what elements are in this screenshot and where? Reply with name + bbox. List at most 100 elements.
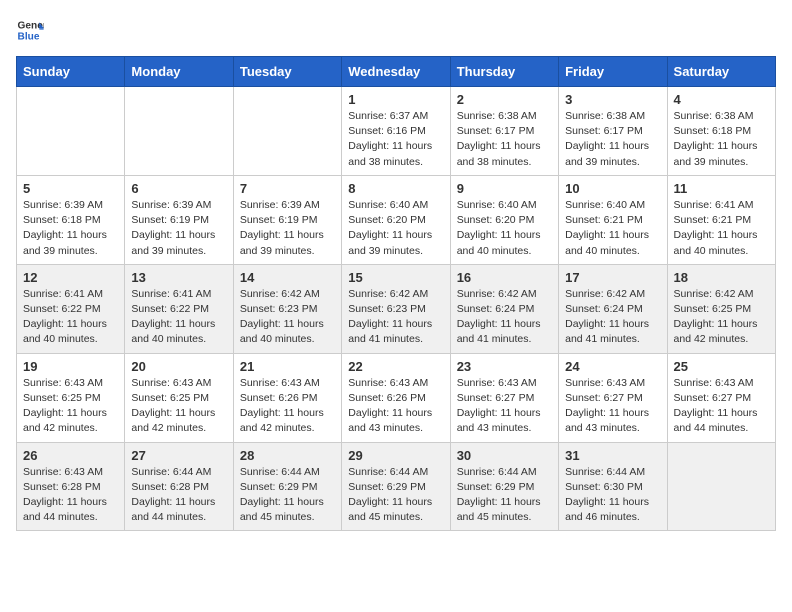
- day-info: Sunrise: 6:39 AM Sunset: 6:18 PM Dayligh…: [23, 198, 118, 259]
- day-info: Sunrise: 6:43 AM Sunset: 6:26 PM Dayligh…: [240, 376, 335, 437]
- col-header-tuesday: Tuesday: [233, 57, 341, 87]
- day-number: 10: [565, 181, 660, 196]
- col-header-saturday: Saturday: [667, 57, 775, 87]
- calendar-cell: 29 Sunrise: 6:44 AM Sunset: 6:29 PM Dayli…: [342, 442, 450, 531]
- day-info: Sunrise: 6:39 AM Sunset: 6:19 PM Dayligh…: [240, 198, 335, 259]
- day-number: 8: [348, 181, 443, 196]
- day-number: 26: [23, 448, 118, 463]
- calendar-cell: 16 Sunrise: 6:42 AM Sunset: 6:24 PM Dayli…: [450, 264, 558, 353]
- day-number: 2: [457, 92, 552, 107]
- calendar-cell: 9 Sunrise: 6:40 AM Sunset: 6:20 PM Daylig…: [450, 175, 558, 264]
- day-number: 23: [457, 359, 552, 374]
- day-info: Sunrise: 6:43 AM Sunset: 6:27 PM Dayligh…: [565, 376, 660, 437]
- calendar-cell: 6Sunrise: 6:39 AM Sunset: 6:19 PM Daylig…: [125, 175, 233, 264]
- calendar-cell: 18 Sunrise: 6:42 AM Sunset: 6:25 PM Dayli…: [667, 264, 775, 353]
- calendar-cell: 3 Sunrise: 6:38 AM Sunset: 6:17 PM Daylig…: [559, 87, 667, 176]
- day-number: 27: [131, 448, 226, 463]
- week-row-5: 26 Sunrise: 6:43 AM Sunset: 6:28 PM Dayli…: [17, 442, 776, 531]
- day-number: 22: [348, 359, 443, 374]
- calendar-cell: 31 Sunrise: 6:44 AM Sunset: 6:30 PM Dayli…: [559, 442, 667, 531]
- day-info: Sunrise: 6:43 AM Sunset: 6:27 PM Dayligh…: [674, 376, 769, 437]
- day-number: 14: [240, 270, 335, 285]
- day-info: Sunrise: 6:44 AM Sunset: 6:30 PM Dayligh…: [565, 465, 660, 526]
- calendar-cell: 8 Sunrise: 6:40 AM Sunset: 6:20 PM Daylig…: [342, 175, 450, 264]
- day-number: 31: [565, 448, 660, 463]
- day-number: 4: [674, 92, 769, 107]
- day-number: 5: [23, 181, 118, 196]
- calendar-cell: 26 Sunrise: 6:43 AM Sunset: 6:28 PM Dayli…: [17, 442, 125, 531]
- calendar-cell: 21 Sunrise: 6:43 AM Sunset: 6:26 PM Dayli…: [233, 353, 341, 442]
- day-info: Sunrise: 6:43 AM Sunset: 6:27 PM Dayligh…: [457, 376, 552, 437]
- day-number: 17: [565, 270, 660, 285]
- calendar-table: SundayMondayTuesdayWednesdayThursdayFrid…: [16, 56, 776, 531]
- calendar-cell: 7Sunrise: 6:39 AM Sunset: 6:19 PM Daylig…: [233, 175, 341, 264]
- day-info: Sunrise: 6:42 AM Sunset: 6:24 PM Dayligh…: [457, 287, 552, 348]
- day-info: Sunrise: 6:38 AM Sunset: 6:18 PM Dayligh…: [674, 109, 769, 170]
- day-info: Sunrise: 6:40 AM Sunset: 6:20 PM Dayligh…: [457, 198, 552, 259]
- calendar-cell: 12 Sunrise: 6:41 AM Sunset: 6:22 PM Dayli…: [17, 264, 125, 353]
- day-info: Sunrise: 6:41 AM Sunset: 6:21 PM Dayligh…: [674, 198, 769, 259]
- day-info: Sunrise: 6:40 AM Sunset: 6:21 PM Dayligh…: [565, 198, 660, 259]
- day-info: Sunrise: 6:43 AM Sunset: 6:26 PM Dayligh…: [348, 376, 443, 437]
- day-info: Sunrise: 6:41 AM Sunset: 6:22 PM Dayligh…: [131, 287, 226, 348]
- day-info: Sunrise: 6:41 AM Sunset: 6:22 PM Dayligh…: [23, 287, 118, 348]
- col-header-sunday: Sunday: [17, 57, 125, 87]
- calendar-header-row: SundayMondayTuesdayWednesdayThursdayFrid…: [17, 57, 776, 87]
- day-number: 11: [674, 181, 769, 196]
- day-number: 15: [348, 270, 443, 285]
- day-number: 20: [131, 359, 226, 374]
- day-number: 21: [240, 359, 335, 374]
- day-info: Sunrise: 6:42 AM Sunset: 6:25 PM Dayligh…: [674, 287, 769, 348]
- week-row-3: 12 Sunrise: 6:41 AM Sunset: 6:22 PM Dayli…: [17, 264, 776, 353]
- day-info: Sunrise: 6:44 AM Sunset: 6:29 PM Dayligh…: [348, 465, 443, 526]
- day-info: Sunrise: 6:42 AM Sunset: 6:23 PM Dayligh…: [348, 287, 443, 348]
- calendar-cell: 20Sunrise: 6:43 AM Sunset: 6:25 PM Dayli…: [125, 353, 233, 442]
- logo: General Blue: [16, 16, 44, 44]
- calendar-cell: 22 Sunrise: 6:43 AM Sunset: 6:26 PM Dayli…: [342, 353, 450, 442]
- calendar-cell: [17, 87, 125, 176]
- col-header-friday: Friday: [559, 57, 667, 87]
- day-info: Sunrise: 6:40 AM Sunset: 6:20 PM Dayligh…: [348, 198, 443, 259]
- day-number: 28: [240, 448, 335, 463]
- calendar-cell: 2 Sunrise: 6:38 AM Sunset: 6:17 PM Daylig…: [450, 87, 558, 176]
- day-info: Sunrise: 6:43 AM Sunset: 6:28 PM Dayligh…: [23, 465, 118, 526]
- calendar-cell: 24 Sunrise: 6:43 AM Sunset: 6:27 PM Dayli…: [559, 353, 667, 442]
- day-number: 3: [565, 92, 660, 107]
- calendar-cell: 28Sunrise: 6:44 AM Sunset: 6:29 PM Dayli…: [233, 442, 341, 531]
- day-number: 24: [565, 359, 660, 374]
- calendar-cell: 5 Sunrise: 6:39 AM Sunset: 6:18 PM Daylig…: [17, 175, 125, 264]
- calendar-cell: [125, 87, 233, 176]
- day-info: Sunrise: 6:38 AM Sunset: 6:17 PM Dayligh…: [565, 109, 660, 170]
- day-number: 9: [457, 181, 552, 196]
- day-number: 12: [23, 270, 118, 285]
- calendar-cell: 15 Sunrise: 6:42 AM Sunset: 6:23 PM Dayli…: [342, 264, 450, 353]
- calendar-cell: 11 Sunrise: 6:41 AM Sunset: 6:21 PM Dayli…: [667, 175, 775, 264]
- day-number: 16: [457, 270, 552, 285]
- calendar-cell: 10 Sunrise: 6:40 AM Sunset: 6:21 PM Dayli…: [559, 175, 667, 264]
- calendar-cell: [667, 442, 775, 531]
- calendar-cell: 25Sunrise: 6:43 AM Sunset: 6:27 PM Dayli…: [667, 353, 775, 442]
- day-info: Sunrise: 6:38 AM Sunset: 6:17 PM Dayligh…: [457, 109, 552, 170]
- day-info: Sunrise: 6:37 AM Sunset: 6:16 PM Dayligh…: [348, 109, 443, 170]
- day-number: 29: [348, 448, 443, 463]
- day-info: Sunrise: 6:42 AM Sunset: 6:23 PM Dayligh…: [240, 287, 335, 348]
- calendar-cell: 27Sunrise: 6:44 AM Sunset: 6:28 PM Dayli…: [125, 442, 233, 531]
- calendar-cell: 4 Sunrise: 6:38 AM Sunset: 6:18 PM Daylig…: [667, 87, 775, 176]
- calendar-cell: 30Sunrise: 6:44 AM Sunset: 6:29 PM Dayli…: [450, 442, 558, 531]
- day-number: 19: [23, 359, 118, 374]
- calendar-cell: 1 Sunrise: 6:37 AM Sunset: 6:16 PM Daylig…: [342, 87, 450, 176]
- day-number: 13: [131, 270, 226, 285]
- logo-icon: General Blue: [16, 16, 44, 44]
- col-header-thursday: Thursday: [450, 57, 558, 87]
- day-info: Sunrise: 6:39 AM Sunset: 6:19 PM Dayligh…: [131, 198, 226, 259]
- day-number: 1: [348, 92, 443, 107]
- calendar-cell: 14 Sunrise: 6:42 AM Sunset: 6:23 PM Dayli…: [233, 264, 341, 353]
- calendar-cell: 13 Sunrise: 6:41 AM Sunset: 6:22 PM Dayli…: [125, 264, 233, 353]
- calendar-cell: 19 Sunrise: 6:43 AM Sunset: 6:25 PM Dayli…: [17, 353, 125, 442]
- day-info: Sunrise: 6:43 AM Sunset: 6:25 PM Dayligh…: [23, 376, 118, 437]
- week-row-1: 1 Sunrise: 6:37 AM Sunset: 6:16 PM Daylig…: [17, 87, 776, 176]
- col-header-wednesday: Wednesday: [342, 57, 450, 87]
- day-number: 18: [674, 270, 769, 285]
- week-row-4: 19 Sunrise: 6:43 AM Sunset: 6:25 PM Dayli…: [17, 353, 776, 442]
- week-row-2: 5 Sunrise: 6:39 AM Sunset: 6:18 PM Daylig…: [17, 175, 776, 264]
